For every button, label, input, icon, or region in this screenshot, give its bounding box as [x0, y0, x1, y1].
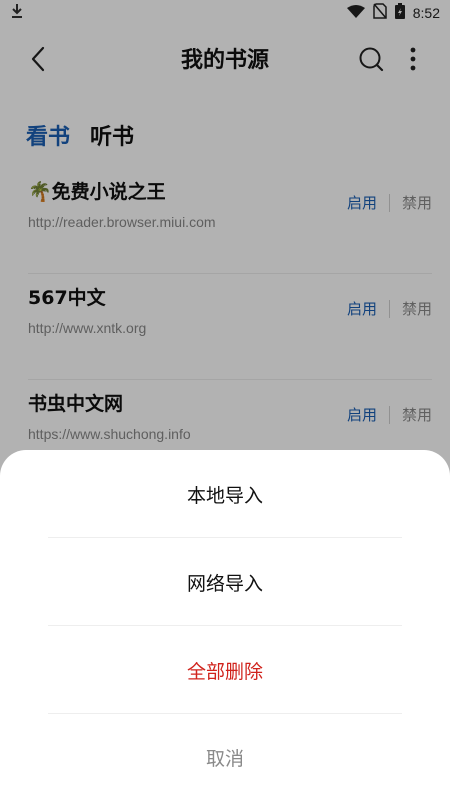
network-import-button[interactable]: 网络导入 — [0, 538, 450, 626]
bottom-sheet: 本地导入 网络导入 全部删除 取消 — [0, 450, 450, 800]
cancel-button[interactable]: 取消 — [0, 713, 450, 800]
local-import-button[interactable]: 本地导入 — [0, 450, 450, 538]
delete-all-button[interactable]: 全部删除 — [0, 626, 450, 714]
